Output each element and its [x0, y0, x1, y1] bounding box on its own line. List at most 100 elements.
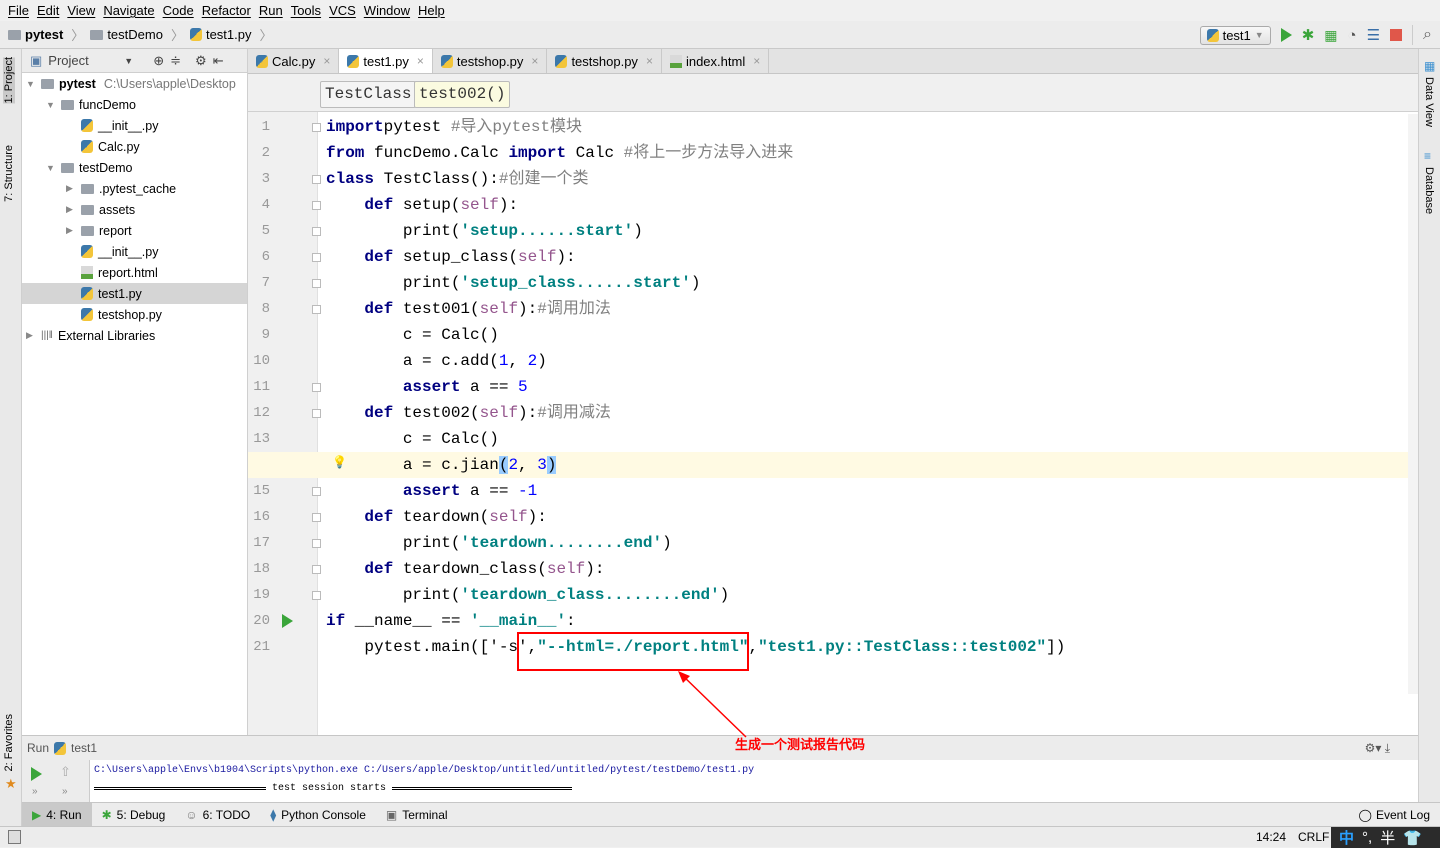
ime-width[interactable]: 半 [1380, 827, 1395, 848]
tree-item[interactable]: __init__.py [22, 115, 247, 136]
tree-item[interactable]: testshop.py [22, 304, 247, 325]
fold-marker-icon[interactable] [312, 591, 321, 600]
fold-marker-icon[interactable] [312, 175, 321, 184]
editor-tab[interactable]: testshop.py × [433, 49, 548, 73]
tree-item[interactable]: ▼ pytest C:\Users\apple\Desktop [22, 73, 247, 94]
chevron-down-icon[interactable]: ▼ [46, 100, 56, 110]
tree-item[interactable]: ▶ .pytest_cache [22, 178, 247, 199]
toggle-tool-windows-icon[interactable] [8, 830, 21, 844]
fold-marker-icon[interactable] [312, 279, 321, 288]
tool-tab[interactable]: ▣ Terminal [376, 803, 458, 827]
debug-icon[interactable]: ✱ [1302, 26, 1315, 44]
chevron-down-icon[interactable]: ▼ [26, 79, 36, 89]
tree-item[interactable]: report.html [22, 262, 247, 283]
menu-run[interactable]: Run [255, 0, 287, 21]
menu-view[interactable]: View [63, 0, 99, 21]
run-config-tab[interactable]: test1 [71, 741, 97, 755]
lightbulb-icon[interactable]: 💡 [332, 455, 347, 469]
line-separator[interactable]: CRLF [1298, 830, 1329, 844]
menu-edit[interactable]: Edit [33, 0, 63, 21]
breadcrumb-folder[interactable]: testDemo 〉 [90, 25, 184, 44]
tool-tab[interactable]: ✱ 5: Debug [92, 803, 176, 827]
coverage-icon[interactable]: ▦ [1324, 27, 1337, 44]
tree-item[interactable]: ▼ funcDemo [22, 94, 247, 115]
editor-tab[interactable]: testshop.py × [547, 49, 662, 73]
event-log-button[interactable]: ◯ Event Log [1359, 808, 1430, 822]
menu-help[interactable]: Help [414, 0, 449, 21]
fold-marker-icon[interactable] [312, 487, 321, 496]
gear-icon[interactable]: ⚙ [195, 53, 207, 69]
fold-marker-icon[interactable] [312, 123, 321, 132]
tree-item[interactable]: test1.py [22, 283, 247, 304]
editor-tab[interactable]: Calc.py × [248, 49, 340, 73]
ime-mode[interactable]: 中 [1339, 827, 1354, 848]
fold-marker-icon[interactable] [312, 201, 321, 210]
close-icon[interactable]: × [417, 54, 424, 68]
fold-marker-icon[interactable] [312, 305, 321, 314]
collapse-all-icon[interactable]: ≑ [170, 53, 181, 69]
menu-file[interactable]: File [4, 0, 33, 21]
tool-tab[interactable]: ☺ 6: TODO [175, 803, 260, 827]
menu-navigate[interactable]: Navigate [99, 0, 158, 21]
editor-scrollbar[interactable] [1408, 114, 1418, 694]
run-gutter-icon[interactable] [282, 614, 293, 628]
fold-marker-icon[interactable] [312, 565, 321, 574]
profile-icon[interactable]: ◔ [1348, 27, 1357, 44]
concurrency-icon[interactable]: ☰ [1367, 26, 1380, 44]
breadcrumb-method[interactable]: test002() [414, 81, 511, 108]
stop-icon[interactable] [1390, 29, 1403, 41]
close-icon[interactable]: × [323, 54, 330, 68]
close-icon[interactable]: × [531, 54, 538, 68]
fold-marker-icon[interactable] [312, 227, 321, 236]
breadcrumb-project[interactable]: pytest 〉 [8, 25, 84, 44]
menu-vcs[interactable]: VCS [325, 0, 360, 21]
chevron-down-icon[interactable]: ▼ [124, 56, 133, 66]
rerun-icon[interactable] [31, 767, 42, 781]
caret-position[interactable]: 14:24 [1256, 830, 1286, 844]
chevron-right-icon[interactable]: ▶ [66, 225, 76, 236]
project-view-select[interactable]: Project [48, 53, 118, 68]
search-icon[interactable]: ⌕ [1423, 26, 1432, 44]
ime-punctuation[interactable]: °, [1362, 829, 1372, 846]
run-icon[interactable] [1280, 28, 1292, 42]
chevron-right-icon[interactable]: ▶ [26, 330, 36, 341]
tree-item[interactable]: Calc.py [22, 136, 247, 157]
tree-item[interactable]: __init__.py [22, 241, 247, 262]
more-icon[interactable]: » [62, 786, 68, 797]
favorites-tool-tab[interactable]: 2: Favorites [3, 714, 15, 771]
breadcrumb-file[interactable]: test1.py 〉 [189, 25, 273, 44]
chevron-right-icon[interactable]: ▶ [66, 204, 76, 215]
data-view-tool-tab[interactable]: Data View [1423, 77, 1435, 127]
structure-tool-tab[interactable]: 7: Structure [3, 145, 15, 202]
menu-code[interactable]: Code [159, 0, 198, 21]
tree-item[interactable]: ▶ report [22, 220, 247, 241]
skin-icon[interactable]: 👕 [1403, 829, 1422, 847]
hide-panel-icon[interactable]: ⇤ [213, 53, 224, 69]
tree-item[interactable]: ▶ |||‖ External Libraries [22, 325, 247, 346]
chevron-down-icon[interactable]: ▼ [46, 163, 56, 173]
editor-tab[interactable]: test1.py × [339, 49, 433, 73]
database-tool-tab[interactable]: Database [1423, 167, 1435, 214]
more-icon[interactable]: » [32, 786, 38, 797]
code-editor[interactable]: TestClass test002() 12345678910111213141… [248, 74, 1418, 735]
run-config-dropdown[interactable]: test1 ▼ [1199, 25, 1271, 45]
chevron-right-icon[interactable]: ▶ [66, 183, 76, 194]
up-arrow-icon[interactable]: ⇧ [60, 764, 71, 780]
fold-marker-icon[interactable] [312, 513, 321, 522]
fold-marker-icon[interactable] [312, 539, 321, 548]
fold-marker-icon[interactable] [312, 409, 321, 418]
gear-icon[interactable]: ⚙▾ ⤓ [1365, 741, 1390, 756]
fold-marker-icon[interactable] [312, 383, 321, 392]
menu-refactor[interactable]: Refactor [198, 0, 255, 21]
tool-tab[interactable]: ⧫ Python Console [260, 803, 376, 827]
tree-item[interactable]: ▶ assets [22, 199, 247, 220]
close-icon[interactable]: × [646, 54, 653, 68]
close-icon[interactable]: × [753, 54, 760, 68]
menu-window[interactable]: Window [360, 0, 414, 21]
project-tool-tab[interactable]: 1: Project [3, 57, 15, 104]
breadcrumb-class[interactable]: TestClass [320, 81, 417, 108]
editor-tab[interactable]: index.html × [662, 49, 770, 73]
tool-tab[interactable]: ▶ 4: Run [22, 802, 92, 827]
tree-item[interactable]: ▼ testDemo [22, 157, 247, 178]
fold-marker-icon[interactable] [312, 253, 321, 262]
